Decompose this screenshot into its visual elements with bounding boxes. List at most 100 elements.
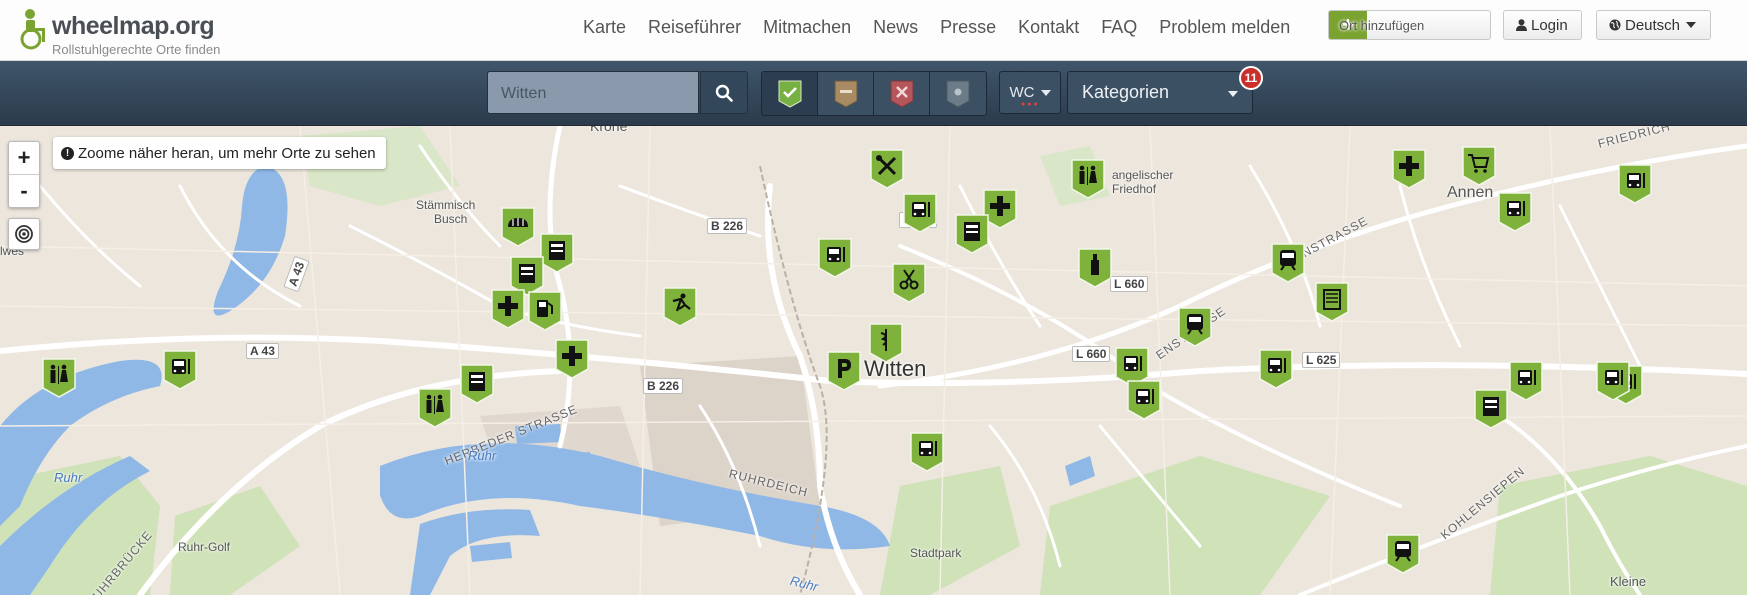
bar-icon — [1078, 248, 1112, 288]
map-marker[interactable] — [1315, 282, 1349, 322]
map-marker[interactable] — [460, 364, 494, 404]
chevron-down-icon — [1686, 22, 1697, 28]
nav-mitmachen[interactable]: Mitmachen — [763, 17, 851, 38]
wc-filter-dropdown[interactable]: WC ●●● — [999, 71, 1061, 114]
bus-stop-icon — [818, 238, 852, 278]
filter-not-accessible[interactable] — [874, 72, 930, 115]
map-marker[interactable] — [501, 207, 535, 247]
road-shield-a43: A 43 — [246, 343, 279, 359]
map-marker[interactable] — [1392, 149, 1426, 189]
map-marker[interactable] — [869, 323, 903, 363]
map-marker[interactable] — [955, 214, 989, 254]
filter-limited[interactable] — [818, 72, 874, 115]
train-icon — [1178, 307, 1212, 347]
map-marker[interactable] — [528, 291, 562, 331]
zoom-in-button[interactable]: + — [9, 142, 39, 175]
map-marker[interactable] — [491, 289, 525, 329]
map-marker[interactable] — [555, 339, 589, 379]
zoom-hint-text: Zoome näher heran, um mehr Orte zu sehen — [78, 144, 376, 162]
bus-stop-icon — [910, 432, 944, 472]
filter-unknown[interactable] — [930, 72, 986, 115]
bus-stop-icon — [903, 193, 937, 233]
map-marker[interactable] — [903, 193, 937, 233]
map-marker[interactable] — [870, 149, 904, 189]
bus-stop-icon — [1259, 349, 1293, 389]
map-marker[interactable] — [1386, 534, 1420, 574]
map-marker[interactable] — [1259, 349, 1293, 389]
map-marker[interactable] — [827, 351, 861, 391]
road-shield-l625: L 625 — [1302, 352, 1341, 368]
locate-button[interactable] — [8, 218, 40, 250]
search-input[interactable] — [488, 72, 713, 115]
map-marker[interactable] — [818, 238, 852, 278]
vending-icon — [1315, 282, 1349, 322]
map-marker[interactable] — [418, 388, 452, 428]
map-marker[interactable] — [1498, 192, 1532, 232]
language-label: Deutsch — [1625, 16, 1681, 34]
train-icon — [1386, 534, 1420, 574]
map-marker[interactable] — [1474, 389, 1508, 429]
user-icon — [1516, 19, 1527, 31]
bus-stop-icon — [1498, 192, 1532, 232]
nav-karte[interactable]: Karte — [583, 17, 626, 38]
water-label-ruhr-1: Ruhr — [54, 470, 83, 485]
bus-stop-icon — [1127, 380, 1161, 420]
sports-icon — [663, 287, 697, 327]
nav-faq[interactable]: FAQ — [1101, 17, 1137, 38]
zoom-out-button[interactable]: - — [9, 175, 39, 207]
train-icon — [1271, 243, 1305, 283]
map-marker[interactable] — [1462, 146, 1496, 186]
map-label-busch: Busch — [434, 212, 468, 226]
map-canvas[interactable]: Krone Stämmisch Busch angelischer Friedh… — [0, 126, 1747, 595]
add-place-label: Ort hinzufügen — [1339, 17, 1425, 33]
nav-problem-melden[interactable]: Problem melden — [1159, 17, 1290, 38]
map-marker[interactable] — [1071, 159, 1105, 199]
bus-stop-icon — [1618, 164, 1652, 204]
map-marker[interactable] — [1078, 248, 1112, 288]
language-dropdown[interactable]: Deutsch — [1596, 10, 1711, 40]
road-shield-b226-north: B 226 — [707, 218, 748, 234]
target-icon — [15, 225, 33, 243]
search-button[interactable] — [700, 71, 748, 114]
map-marker[interactable] — [892, 263, 926, 303]
toilets-icon — [1071, 159, 1105, 199]
bakery-icon — [501, 207, 535, 247]
map-marker[interactable] — [540, 233, 574, 273]
login-button[interactable]: Login — [1503, 10, 1582, 40]
wheelmap-logo[interactable]: wheelmap.org Rollstuhlgerechte Orte find… — [18, 8, 238, 58]
nav-kontakt[interactable]: Kontakt — [1018, 17, 1079, 38]
map-marker[interactable] — [163, 350, 197, 390]
nav-reisefuehrer[interactable]: Reiseführer — [648, 17, 741, 38]
accessibility-filter-group — [761, 71, 987, 116]
wc-label: WC — [1009, 84, 1035, 101]
pharmacy-cross-icon — [491, 289, 525, 329]
parking-icon — [827, 351, 861, 391]
info-icon: ! — [61, 146, 74, 160]
map-label-stadtpark: Stadtpark — [910, 546, 962, 560]
map-marker[interactable] — [42, 358, 76, 398]
globe-icon — [1609, 19, 1621, 31]
map-marker[interactable] — [1127, 380, 1161, 420]
map-label-staemmisch: Stämmisch — [416, 198, 476, 212]
map-marker[interactable] — [1178, 307, 1212, 347]
categories-dropdown[interactable]: Kategorien — [1067, 71, 1253, 114]
filter-accessible[interactable] — [762, 72, 818, 115]
hairdresser-icon — [892, 263, 926, 303]
map-marker[interactable] — [910, 432, 944, 472]
map-marker[interactable] — [1271, 243, 1305, 283]
categories-count-badge: 11 — [1239, 66, 1263, 90]
map-marker[interactable] — [1618, 164, 1652, 204]
fuel-icon — [528, 291, 562, 331]
road-shield-l660-south: L 660 — [1072, 346, 1111, 362]
nav-presse[interactable]: Presse — [940, 17, 996, 38]
nav-news[interactable]: News — [873, 17, 918, 38]
map-marker[interactable] — [1509, 361, 1543, 401]
map-marker[interactable] — [663, 287, 697, 327]
zoom-hint-tooltip: ! Zoome näher heran, um mehr Orte zu seh… — [53, 137, 386, 169]
search-box — [487, 71, 713, 115]
top-header: wheelmap.org Rollstuhlgerechte Orte find… — [0, 0, 1747, 61]
pharmacy-cross-icon — [1392, 149, 1426, 189]
cross-icon — [890, 80, 913, 108]
map-marker[interactable] — [1596, 361, 1630, 401]
add-place-button[interactable]: + Ort hinzufügen — [1328, 10, 1491, 40]
